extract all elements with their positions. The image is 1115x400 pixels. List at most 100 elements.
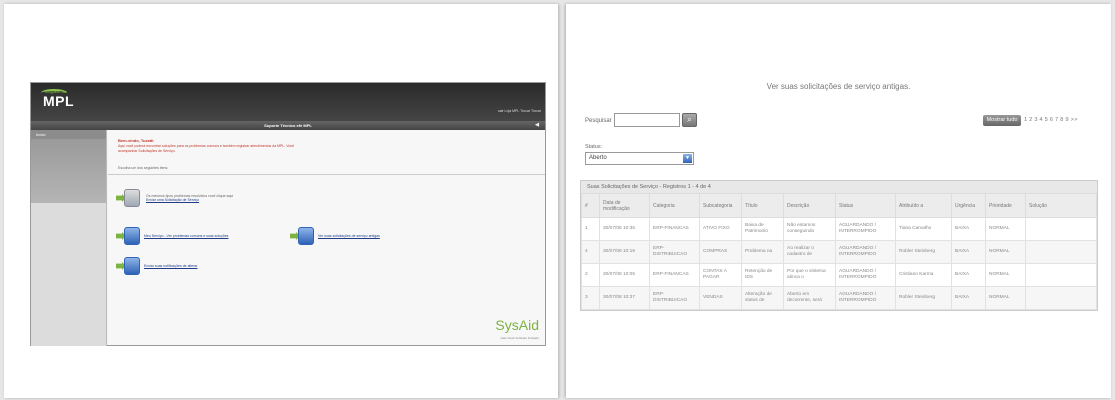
status-select-value: Aberto (589, 155, 607, 161)
requests-table: Suas Solicitações de Serviço - Registros… (580, 180, 1098, 311)
welcome-heading: Bem-vindo, Tuzatti (118, 138, 154, 143)
status-label: Status: (585, 144, 603, 150)
submit-request-icon (116, 188, 142, 208)
table-cell: Tiana Carvalho (895, 217, 952, 241)
column-header[interactable]: Atribuído a (895, 193, 952, 218)
table-cell: Problema na (741, 240, 784, 264)
table-header-row: # Data de modificação Categoria Subcateg… (581, 193, 1097, 218)
table-row[interactable]: 2 30/07/08 10:05 ERP-FINANCAS CONTAS A P… (581, 263, 1097, 287)
table-cell: 1 (581, 217, 600, 241)
table-cell (1025, 286, 1097, 310)
portal-main: Bem-vindo, Tuzatti Aqui você poderá enco… (108, 130, 545, 345)
column-header[interactable]: Data de modificação (599, 193, 650, 218)
table-cell: BAIXA (951, 286, 986, 310)
table-cell: 3 (581, 286, 600, 310)
search-label: Pesquisar (585, 118, 612, 124)
portal-title-bar: Suporte Técnico efe MPL ◀ (31, 121, 545, 130)
sidebar-item-home[interactable]: Início (31, 130, 106, 139)
table-cell: NORMAL (985, 286, 1026, 310)
self-service-link[interactable]: Meu Serviço - Ver problemas comuns e sua… (144, 234, 228, 238)
chevron-down-icon[interactable]: ▼ (683, 154, 692, 163)
column-header[interactable]: Descrição (783, 193, 836, 218)
table-cell: COMPRAS (699, 240, 742, 264)
column-header[interactable]: Categoria (649, 193, 700, 218)
page-title: Ver suas solicitações de serviço antigas… (766, 82, 911, 91)
table-cell: NORMAL (985, 217, 1026, 241)
column-header[interactable]: Status (835, 193, 896, 218)
table-cell: Robler Steinberg (895, 286, 952, 310)
table-row[interactable]: 1 30/07/08 10:36 ERP-FINANCAS ATIVO FIXO… (581, 217, 1097, 241)
sysaid-logo: SysAid (495, 317, 539, 333)
table-caption: Suas Solicitações de Serviço - Registros… (581, 181, 1097, 193)
table-cell: Alteração de status de (741, 286, 784, 310)
table-cell: Aberto em decorrente, será (783, 286, 836, 310)
old-requests-link[interactable]: Ver suas solicitações de serviço antigas (318, 234, 380, 238)
table-cell: ERP-FINANCAS (649, 263, 700, 287)
column-header[interactable]: Subcategoria (699, 193, 742, 218)
table-cell: VENDAS (699, 286, 742, 310)
right-page: Ver suas solicitações de serviço antigas… (566, 4, 1111, 398)
table-cell: 30/07/08 10:05 (599, 263, 650, 287)
column-header[interactable]: Título (741, 193, 784, 218)
search-icon[interactable]: ⌕ (682, 113, 697, 127)
table-cell: BAIXA (951, 217, 986, 241)
table-cell: CONTAS A PAGAR (699, 263, 742, 287)
table-row[interactable]: 3 30/07/08 10:37 ERP-DISTRIBUICAO VENDAS… (581, 286, 1097, 310)
table-cell: Ao realizar o cadastro de (783, 240, 836, 264)
status-select[interactable]: Aberto ▼ (585, 152, 694, 165)
sysaid-portal-window: ninguém faz MPL sair Loja MPL Trocar Tro… (30, 82, 546, 346)
back-arrow-icon[interactable]: ◀ (535, 123, 539, 128)
table-cell: Retenção de IDS (741, 263, 784, 287)
column-header[interactable]: # (581, 193, 600, 218)
search-input[interactable] (614, 113, 680, 127)
left-page: ninguém faz MPL sair Loja MPL Trocar Tro… (4, 4, 558, 398)
table-cell: BAIXA (951, 240, 986, 264)
action-self-service[interactable]: Meu Serviço - Ver problemas comuns e sua… (116, 226, 228, 246)
table-cell: 30/07/08 10:37 (599, 286, 650, 310)
sysaid-tagline: Help Desk Software ilimitado (500, 336, 539, 340)
table-cell: ATIVO FIXO (699, 217, 742, 241)
header-links[interactable]: sair Loja MPL Trocar Trocar (498, 109, 541, 113)
show-all-button[interactable]: Mostrar tudo (983, 115, 1021, 126)
table-cell: 4 (581, 240, 600, 264)
table-cell: Baixa de Patrimonio (741, 217, 784, 241)
table-cell: AGUARDANDO / INTERROMPIDO (835, 240, 896, 264)
table-cell (1025, 217, 1097, 241)
table-cell: Por que o sistema atinca o (783, 263, 836, 287)
table-row[interactable]: 4 30/07/08 10:16 ERP-DISTRIBUICAO COMPRA… (581, 240, 1097, 264)
column-header[interactable]: Prioridade (985, 193, 1026, 218)
sidebar-panel (31, 139, 106, 203)
action-submit-request[interactable]: Os mesmos tipos problemas resolvidos voc… (116, 188, 233, 208)
pagination[interactable]: 1 2 3 4 5 6 7 8 9 >> (1024, 117, 1078, 123)
table-cell: ERP-DISTRIBUICAO (649, 286, 700, 310)
table-cell: 2 (581, 263, 600, 287)
table-cell: AGUARDANDO / INTERROMPIDO (835, 217, 896, 241)
column-header[interactable]: Solução (1025, 193, 1097, 218)
table-cell: AGUARDANDO / INTERROMPIDO (835, 286, 896, 310)
table-cell: NORMAL (985, 240, 1026, 264)
action-notifications[interactable]: Enviar suas notificações de alterar (116, 256, 198, 276)
table-cell: Robler Steinberg (895, 240, 952, 264)
submit-request-link[interactable]: Enviar uma Solicitação de Serviço (146, 198, 233, 202)
self-service-icon (116, 226, 142, 246)
table-cell: 30/07/08 10:36 (599, 217, 650, 241)
table-cell: BAIXA (951, 263, 986, 287)
notifications-icon (116, 256, 142, 276)
column-header[interactable]: Urgência (951, 193, 986, 218)
choose-text: Escolha um dos seguintes itens: (118, 166, 169, 170)
portal-title: Suporte Técnico efe MPL (264, 123, 312, 128)
table-cell (1025, 240, 1097, 264)
mpl-logo[interactable]: MPL (43, 93, 74, 109)
table-cell: 30/07/08 10:16 (599, 240, 650, 264)
old-requests-icon (290, 226, 316, 246)
table-cell: ERP-FINANCAS (649, 217, 700, 241)
table-cell: NORMAL (985, 263, 1026, 287)
portal-header: ninguém faz MPL sair Loja MPL Trocar Tro… (31, 83, 545, 121)
table-cell (1025, 263, 1097, 287)
action-old-requests[interactable]: Ver suas solicitações de serviço antigas (290, 226, 380, 246)
table-cell: AGUARDANDO / INTERROMPIDO (835, 263, 896, 287)
welcome-text: Aqui você poderá encontrar soluções para… (118, 144, 295, 153)
table-cell: Cristiano Karma (895, 263, 952, 287)
notifications-link[interactable]: Enviar suas notificações de alterar (144, 264, 198, 268)
table-cell: Não estamos conseguindo (783, 217, 836, 241)
